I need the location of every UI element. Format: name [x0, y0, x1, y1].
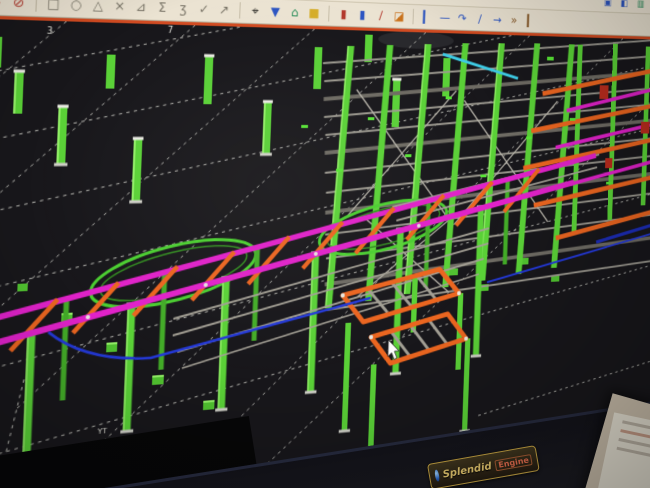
cyan-beam [442, 54, 519, 78]
arc-icon[interactable]: ↷ [454, 9, 470, 27]
bolt-red-icon[interactable]: ▮ [335, 5, 353, 23]
polyline-icon[interactable]: ▎ [419, 8, 436, 26]
toolbar-separator [328, 6, 330, 22]
hline-icon[interactable]: — [437, 9, 454, 27]
toolbar-separator [35, 0, 37, 12]
arrow2-icon[interactable]: → [489, 11, 505, 29]
rebar-wave-icon[interactable]: ∿ [0, 0, 6, 12]
dense-structure [301, 25, 650, 311]
toolbar-separator [412, 9, 413, 25]
circle-tool-icon[interactable]: ○ [66, 0, 87, 14]
mark-icon[interactable]: ▎ [523, 12, 539, 29]
pen-icon[interactable]: ▥ [635, 0, 647, 12]
grid-label: 7 [168, 25, 174, 35]
corner-tool-icon[interactable]: ⊿ [131, 0, 151, 17]
grid-label: 3 [47, 26, 53, 36]
sticker-orb-icon [434, 469, 440, 481]
rect-tool-icon[interactable]: □ [43, 0, 64, 14]
chevrons-icon[interactable]: » [506, 12, 522, 29]
cad-application-screen: ▣ ◧ ▥ ◨ ▤ ◠ ◡ ∿ ⊘ □ ○ △ × ⊿ Σ ʒ ✓ ↗ ⌖ ▼ … [0, 0, 650, 488]
note-icon[interactable]: ■ [305, 4, 323, 23]
slash-icon[interactable]: ∕ [472, 10, 488, 28]
grid-label: YT [96, 427, 108, 437]
toolbar-separator [239, 2, 241, 18]
bolt-blue-icon[interactable]: ▮ [354, 6, 371, 24]
cross-tool-icon[interactable]: × [110, 0, 130, 16]
triangle-tool-icon[interactable]: △ [88, 0, 108, 15]
component-icon[interactable]: ⌂ [286, 3, 304, 22]
no-symbol-icon[interactable]: ⊘ [8, 0, 29, 13]
sigma-tool-icon[interactable]: Σ [152, 0, 172, 17]
arrow-tool-icon[interactable]: ↗ [215, 0, 234, 19]
grid-icon[interactable]: ◧ [618, 0, 630, 11]
doc-icon[interactable]: ▣ [602, 0, 614, 11]
weld-poly-icon[interactable]: ◪ [391, 7, 408, 25]
spline-tool-icon[interactable]: ʒ [173, 0, 192, 18]
weld-icon[interactable]: ∕ [372, 6, 389, 24]
splendid-sticker: Splendid Engine [427, 445, 540, 488]
photo-of-monitor: ▣ ◧ ▥ ◨ ▤ ◠ ◡ ∿ ⊘ □ ○ △ × ⊿ Σ ʒ ✓ ↗ ⌖ ▼ … [0, 0, 650, 488]
tools-icon[interactable]: ⌖ [246, 1, 265, 20]
filter-icon[interactable]: ▼ [266, 2, 284, 21]
check-tool-icon[interactable]: ✓ [194, 0, 213, 19]
